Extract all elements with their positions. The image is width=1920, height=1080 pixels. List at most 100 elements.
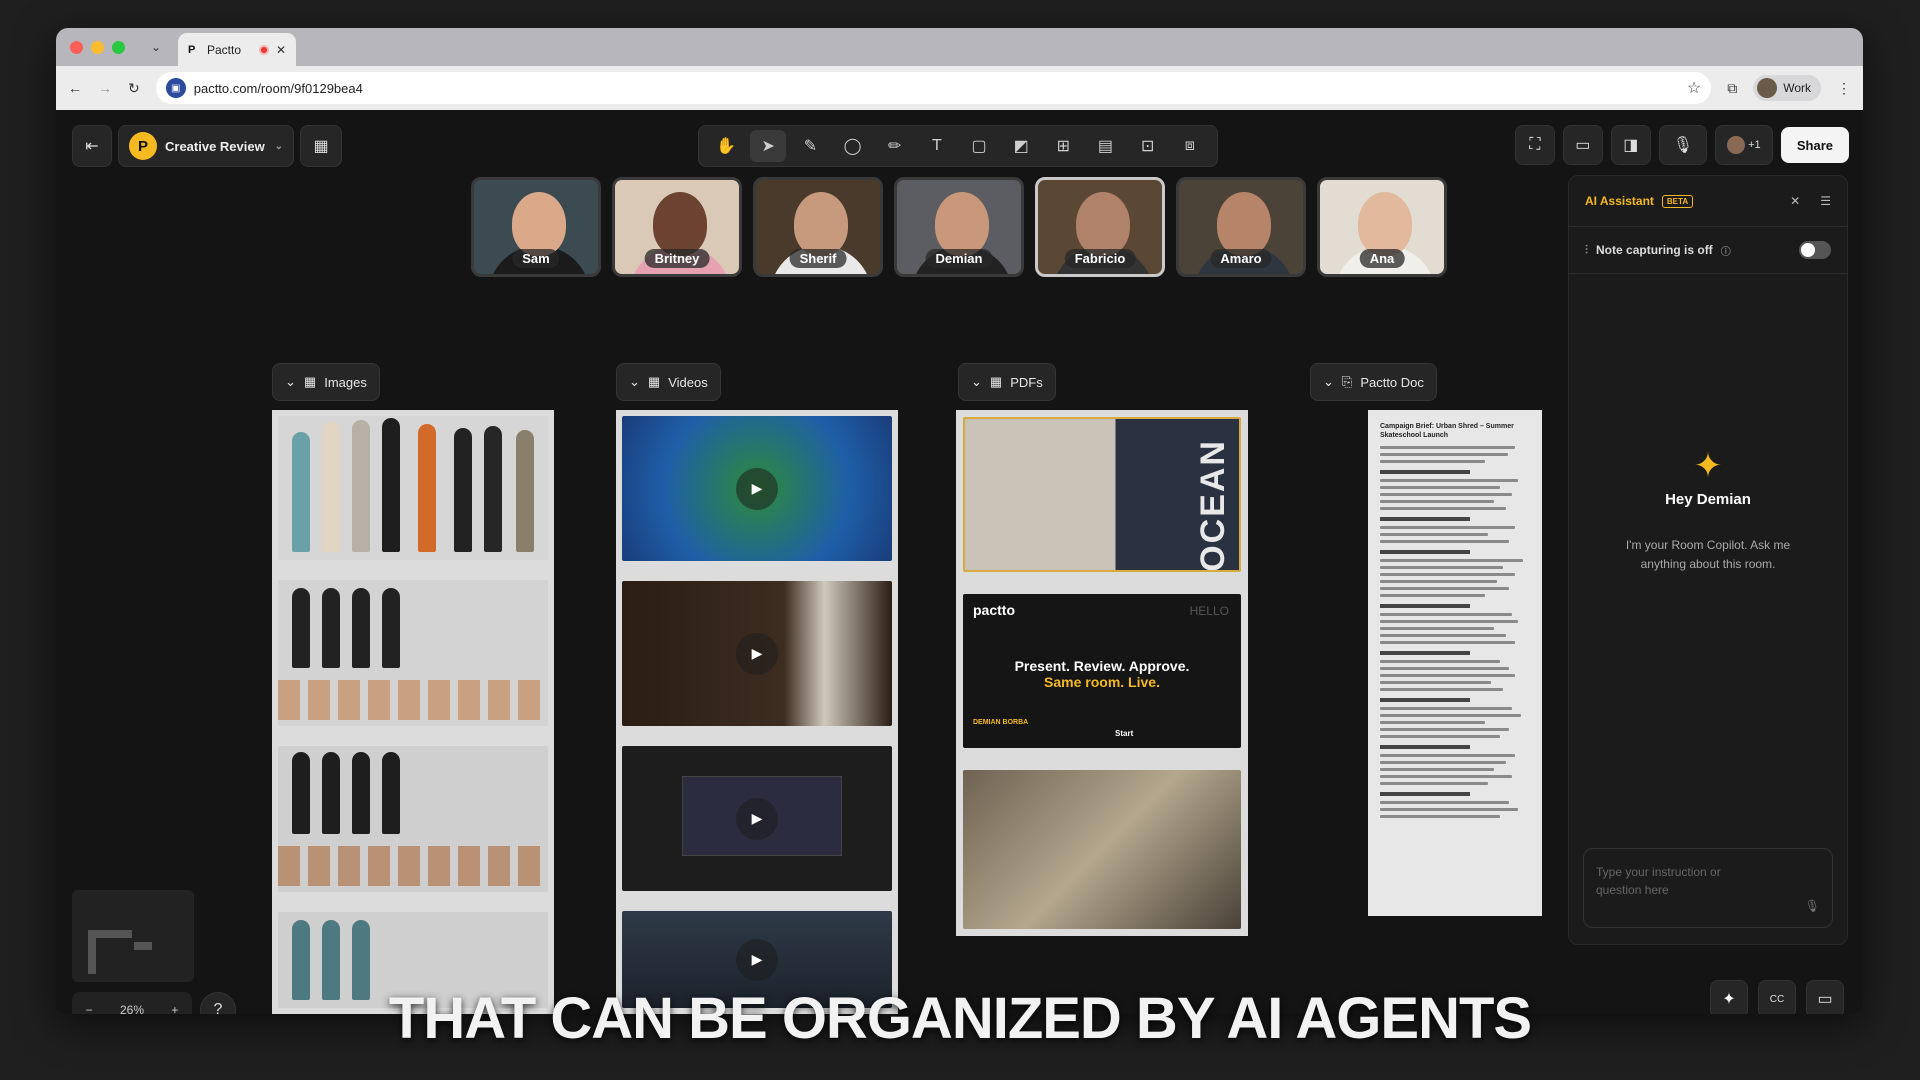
participant-tile[interactable]: Ana <box>1317 177 1447 277</box>
doc-icon: ⎘ <box>1341 374 1353 389</box>
microphone-button[interactable]: 🎙 <box>1658 125 1707 165</box>
pen-icon[interactable]: ✎ <box>792 130 828 162</box>
videos-group-label[interactable]: ⌄ ▦ Videos <box>616 363 721 401</box>
browser-menu-icon[interactable]: ⋮ <box>1837 80 1851 97</box>
doc-text-line <box>1380 486 1500 489</box>
video-card[interactable]: ▶ <box>622 746 892 892</box>
close-icon[interactable]: ✕ <box>1790 194 1800 208</box>
video-icon: ▦ <box>647 374 661 389</box>
headshot-row <box>278 680 548 721</box>
url-field[interactable]: ▣ pactto.com/room/9f0129bea4 ☆ <box>155 72 1712 104</box>
videos-label: Videos <box>668 374 708 390</box>
shape-icon[interactable]: ▢ <box>961 130 997 162</box>
text-icon[interactable]: T <box>919 130 955 162</box>
image-card[interactable] <box>278 746 548 892</box>
close-tab-icon[interactable]: ✕ <box>276 43 286 57</box>
embed-icon[interactable]: ⊡ <box>1130 130 1166 162</box>
video-card[interactable]: ▶ <box>622 416 892 562</box>
doc-text-line <box>1380 446 1515 449</box>
doc-text-line <box>1380 808 1518 811</box>
close-window-button[interactable] <box>70 40 83 54</box>
image-card[interactable] <box>278 416 548 561</box>
table-icon[interactable]: ▤ <box>1087 130 1123 162</box>
video-card[interactable]: ▶ <box>622 581 892 727</box>
minimize-window-button[interactable] <box>91 40 104 54</box>
pdfs-group-label[interactable]: ⌄ ▦ PDFs <box>958 363 1056 401</box>
note-icon[interactable]: ◩ <box>1003 130 1039 162</box>
doc-text-line <box>1380 707 1512 710</box>
ai-instruction-input[interactable]: Type your instruction or question here 🎙 <box>1583 848 1833 928</box>
url-text: pactto.com/room/9f0129bea4 <box>193 80 363 96</box>
drawing-toolbar: ✋ ➤ ✎ ◯ ✏ T ▢ ◩ ⊞ ▤ ⊡ ⧈ <box>698 125 1218 167</box>
doc-heading-line <box>1380 470 1470 474</box>
play-icon[interactable]: ▶ <box>736 467 778 510</box>
videos-column: ▶ ▶ ▶ ▶ <box>616 410 898 1014</box>
profile-button[interactable]: Work <box>1753 75 1821 101</box>
doc-text-line <box>1380 775 1512 778</box>
play-icon[interactable]: ▶ <box>736 797 778 840</box>
forward-icon[interactable]: → <box>98 80 112 96</box>
doc-text-line <box>1380 559 1523 562</box>
exit-room-button[interactable]: ⇤ <box>72 125 112 167</box>
participant-tile[interactable]: Britney <box>612 177 742 277</box>
microphone-icon[interactable]: 🎙 <box>1805 897 1820 915</box>
note-capture-toggle[interactable] <box>1799 241 1831 259</box>
settings-icon[interactable]: ☰ <box>1820 194 1831 208</box>
image-icon[interactable]: ⧈ <box>1172 130 1208 162</box>
maximize-window-button[interactable] <box>112 40 125 54</box>
bookmark-star-icon[interactable]: ☆ <box>1687 78 1701 98</box>
room-selector[interactable]: P Creative Review ⌄ <box>118 125 294 167</box>
scan-button[interactable]: ⛶ <box>1514 125 1555 165</box>
participant-tile[interactable]: Fabricio <box>1035 177 1165 277</box>
figure <box>292 588 310 669</box>
video-caption: THAT CAN BE ORGANIZED BY AI AGENTS <box>388 986 1532 1051</box>
play-icon[interactable]: ▶ <box>736 938 778 981</box>
ai-input-placeholder: Type your instruction or question here <box>1596 865 1721 897</box>
participant-tile[interactable]: Sam <box>471 177 601 277</box>
avatar <box>1727 136 1746 154</box>
pactto-doc[interactable]: Campaign Brief: Urban Shred – Summer Ska… <box>1368 410 1542 916</box>
play-icon[interactable]: ▶ <box>736 632 778 675</box>
hand-icon[interactable]: ✋ <box>708 130 744 162</box>
pencil-icon[interactable]: ✏ <box>877 130 913 162</box>
participant-tile[interactable]: Amaro <box>1176 177 1306 277</box>
doc-text-line <box>1380 681 1491 684</box>
pdf-card[interactable]: pactto HELLO Present. Review. Approve. S… <box>963 593 1241 749</box>
grid-view-button[interactable]: ▦ <box>300 125 342 167</box>
participant-tile[interactable]: Demian <box>894 177 1024 277</box>
reload-icon[interactable]: ↻ <box>128 80 140 97</box>
figure <box>352 588 370 669</box>
ai-title: AI Assistant <box>1585 194 1654 208</box>
doc-text-line <box>1380 594 1485 597</box>
participant-face <box>653 192 707 256</box>
tab-list-chevron-icon[interactable]: ⌄ <box>151 40 161 54</box>
grid-icon: ▦ <box>313 138 329 155</box>
participants-button[interactable]: +1 <box>1714 125 1773 165</box>
site-info-icon[interactable]: ▣ <box>165 78 186 98</box>
minimap[interactable] <box>72 890 194 982</box>
minimap-shape <box>134 942 152 950</box>
share-button[interactable]: Share <box>1780 127 1849 163</box>
participant-name: Demian <box>925 249 993 268</box>
doc-text-line <box>1380 627 1494 630</box>
profile-label: Work <box>1783 81 1811 95</box>
browser-tab[interactable]: P Pactto ✕ <box>178 33 296 66</box>
extensions-icon[interactable]: ⧉ <box>1727 80 1737 97</box>
lasso-icon[interactable]: ◯ <box>835 130 871 162</box>
chevron-down-icon: ⌄ <box>1323 374 1334 389</box>
camera-button[interactable]: ◨ <box>1610 125 1651 165</box>
image-card[interactable] <box>278 580 548 727</box>
ocean-word: OCEAN <box>1194 439 1232 572</box>
screen-share-button[interactable]: ▭ <box>1562 125 1603 165</box>
doc-heading-line <box>1380 550 1470 554</box>
pdf-card[interactable] <box>963 770 1241 929</box>
select-icon[interactable]: ➤ <box>750 130 787 162</box>
frame-icon[interactable]: ⊞ <box>1045 130 1081 162</box>
back-icon[interactable]: ← <box>68 80 82 96</box>
pdf-card[interactable]: OCEAN <box>963 417 1241 572</box>
pactto-logo-icon: P <box>129 132 157 160</box>
images-group-label[interactable]: ⌄ ▦ Images <box>272 363 380 401</box>
participant-tile[interactable]: Sherif <box>753 177 883 277</box>
doc-group-label[interactable]: ⌄ ⎘ Pactto Doc <box>1310 363 1437 401</box>
doc-title: Campaign Brief: Urban Shred – Summer Ska… <box>1380 423 1514 439</box>
